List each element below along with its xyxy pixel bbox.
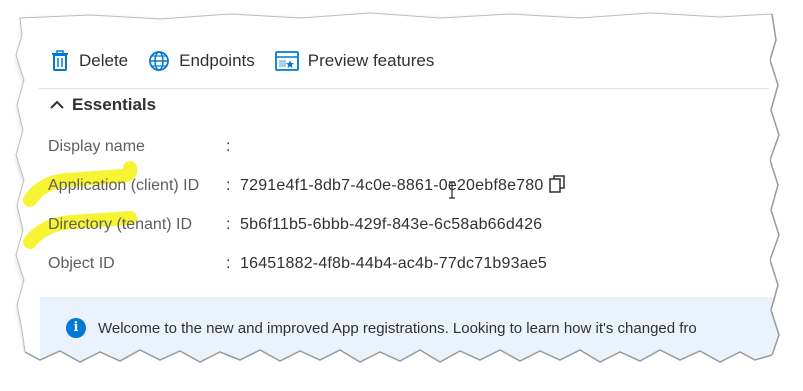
- info-banner-text: Welcome to the new and improved App regi…: [98, 320, 697, 337]
- delete-label: Delete: [79, 51, 129, 70]
- text-cursor-icon: [449, 181, 455, 199]
- property-separator: :: [226, 138, 231, 155]
- property-separator: :: [226, 216, 231, 233]
- property-row-display-name: Display name :: [48, 135, 240, 159]
- toolbar-divider: [39, 88, 769, 89]
- endpoints-button[interactable]: Endpoints: [148, 50, 255, 72]
- property-separator: :: [226, 177, 231, 194]
- copy-icon[interactable]: [549, 174, 566, 198]
- property-label: Object ID: [48, 255, 115, 272]
- command-bar: Delete Endpoints Preview features: [50, 50, 434, 72]
- property-value: 5b6f11b5-6bbb-429f-843e-6c58ab66d426: [240, 216, 543, 233]
- trash-icon: [50, 50, 70, 72]
- preview-features-label: Preview features: [307, 51, 435, 70]
- endpoints-label: Endpoints: [179, 51, 255, 70]
- torn-bottom-edge: [20, 340, 803, 391]
- property-row-directory-id: Directory (tenant) ID : 5b6f11b5-6bbb-42…: [48, 213, 542, 237]
- property-row-application-id: Application (client) ID : 7291e4f1-8db7-…: [48, 174, 566, 198]
- essentials-toggle[interactable]: Essentials: [50, 95, 156, 115]
- torn-right-edge: [770, 0, 803, 391]
- property-value: 16451882-4f8b-44b4-ac4b-77dc71b93ae5: [240, 255, 548, 272]
- preview-features-button[interactable]: Preview features: [274, 51, 435, 71]
- preview-features-icon: [274, 51, 299, 71]
- property-label: Directory (tenant) ID: [48, 216, 193, 233]
- property-label: Display name: [48, 138, 145, 155]
- essentials-title: Essentials: [72, 95, 157, 114]
- chevron-up-icon: [50, 95, 64, 115]
- property-value: 7291e4f1-8db7-4c0e-8861-0e20ebf8e780: [240, 177, 544, 194]
- property-row-object-id: Object ID : 16451882-4f8b-44b4-ac4b-77dc…: [48, 252, 547, 276]
- info-icon: i: [66, 318, 86, 338]
- property-separator: :: [226, 255, 231, 272]
- globe-icon: [148, 50, 170, 72]
- delete-button[interactable]: Delete: [50, 50, 128, 72]
- property-label: Application (client) ID: [48, 177, 200, 194]
